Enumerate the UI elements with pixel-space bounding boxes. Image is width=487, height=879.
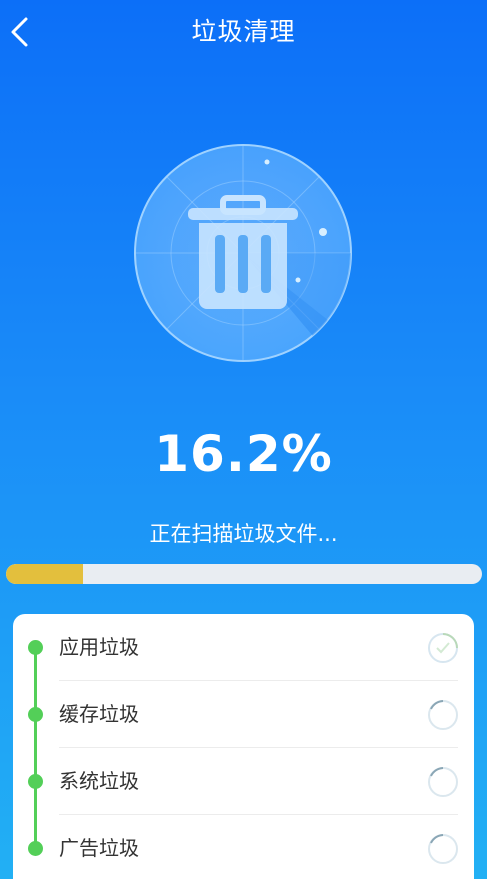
page-title: 垃圾清理: [191, 17, 296, 46]
junk-category-list: 应用垃圾 缓存垃圾 系统垃圾 广告垃圾: [13, 614, 474, 879]
category-label: 系统垃圾: [59, 769, 139, 793]
scan-progress-bar: [6, 564, 482, 584]
category-label: 缓存垃圾: [59, 702, 139, 726]
status-dot: [28, 707, 43, 722]
list-item-ad-junk[interactable]: 广告垃圾: [13, 815, 474, 879]
scan-status-text: 正在扫描垃圾文件...: [149, 522, 338, 546]
top-bar: 垃圾清理: [0, 0, 487, 66]
scan-radar: [133, 143, 353, 363]
loading-spinner-icon: [428, 633, 458, 663]
category-label: 广告垃圾: [59, 836, 139, 860]
list-item-cache-junk[interactable]: 缓存垃圾: [13, 681, 474, 748]
list-item-system-junk[interactable]: 系统垃圾: [13, 748, 474, 815]
status-dot: [28, 841, 43, 856]
loading-spinner-icon: [428, 700, 458, 730]
loading-spinner-icon: [428, 834, 458, 864]
category-label: 应用垃圾: [59, 635, 139, 659]
scan-progress-fill: [6, 564, 84, 584]
list-item-app-junk[interactable]: 应用垃圾: [13, 614, 474, 681]
scan-percentage: 16.2%: [154, 425, 333, 483]
radar-blip: [319, 228, 327, 236]
loading-spinner-icon: [428, 767, 458, 797]
status-dot: [28, 640, 43, 655]
status-dot: [28, 774, 43, 789]
